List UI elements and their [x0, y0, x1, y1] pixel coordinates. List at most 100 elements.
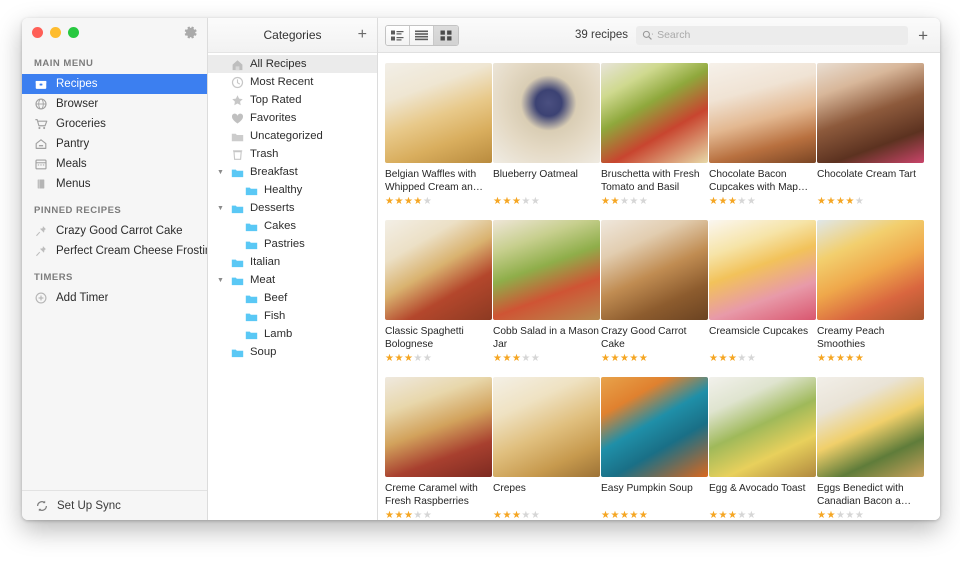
sidebar-item-browser[interactable]: Browser [22, 94, 207, 114]
recipe-rating[interactable]: ★★★★★ [709, 353, 816, 377]
star-icon [231, 94, 244, 107]
recipe-card[interactable]: Blueberry Oatmeal★★★★★ [493, 63, 600, 220]
recipe-rating[interactable]: ★★★★★ [817, 353, 924, 377]
category-item-label: Healthy [264, 184, 302, 196]
category-item-italian[interactable]: Italian [208, 253, 377, 271]
recipe-card[interactable]: Crazy Good Carrot Cake★★★★★ [601, 220, 708, 377]
recipe-card[interactable]: Bruschetta with Fresh Tomato and Basil★★… [601, 63, 708, 220]
category-item-lamb[interactable]: Lamb [208, 325, 377, 343]
recipe-thumbnail-cobb-salad-jar [493, 220, 600, 320]
add-category-button[interactable]: + [358, 27, 367, 43]
sidebar-item-pinned-crazy-good-carrot-cake[interactable]: Crazy Good Carrot Cake [22, 221, 207, 241]
recipe-rating[interactable]: ★★★★★ [385, 353, 492, 377]
sidebar-item-menus[interactable]: Menus [22, 174, 207, 194]
add-recipe-button[interactable]: + [916, 27, 930, 44]
sidebar-item-recipes[interactable]: Recipes [22, 74, 207, 94]
star-empty-icon: ★ [836, 510, 845, 520]
star-filled-icon: ★ [610, 196, 619, 207]
recipe-rating[interactable]: ★★★★★ [493, 510, 600, 520]
sidebar-item-groceries[interactable]: Groceries [22, 114, 207, 134]
recipe-card[interactable]: Creamy Peach Smoothies★★★★★ [817, 220, 924, 377]
disclosure-triangle-icon[interactable]: ▼ [216, 205, 225, 212]
category-item-trash[interactable]: Trash [208, 145, 377, 163]
set-up-sync-button[interactable]: Set Up Sync [22, 490, 207, 520]
recipe-card[interactable]: Chocolate Cream Tart★★★★★ [817, 63, 924, 220]
sidebar-item-pinned-perfect-cream-cheese-frosting[interactable]: Perfect Cream Cheese Frosting [22, 241, 207, 261]
category-item-soup[interactable]: Soup [208, 343, 377, 361]
recipe-card[interactable]: Belgian Waffles with Whipped Cream an…★★… [385, 63, 492, 220]
recipe-rating[interactable]: ★★★★★ [601, 510, 708, 520]
recipe-card[interactable]: Chocolate Bacon Cupcakes with Map…★★★★★ [709, 63, 816, 220]
view-mode-list-detail-button[interactable] [386, 26, 410, 45]
recipe-rating[interactable]: ★★★★★ [601, 196, 708, 220]
category-item-top-rated[interactable]: Top Rated [208, 91, 377, 109]
recipe-card[interactable]: Cobb Salad in a Mason Jar★★★★★ [493, 220, 600, 377]
category-item-most-recent[interactable]: Most Recent [208, 73, 377, 91]
recipe-thumbnail-peach-smoothies [817, 220, 924, 320]
star-empty-icon: ★ [747, 196, 756, 207]
recipe-card[interactable]: Eggs Benedict with Canadian Bacon a…★★★★… [817, 377, 924, 520]
recipe-card[interactable]: Classic Spaghetti Bolognese★★★★★ [385, 220, 492, 377]
close-button[interactable] [32, 27, 43, 38]
recipe-card[interactable]: Creme Caramel with Fresh Raspberries★★★★… [385, 377, 492, 520]
recipe-rating[interactable]: ★★★★★ [601, 353, 708, 377]
search-field[interactable]: Search [636, 26, 908, 45]
recipe-card[interactable]: Egg & Avocado Toast★★★★★ [709, 377, 816, 520]
recipe-rating[interactable]: ★★★★★ [817, 196, 924, 220]
traffic-lights[interactable] [32, 27, 79, 38]
recipe-card[interactable]: Easy Pumpkin Soup ★★★★★ [601, 377, 708, 520]
category-item-label: Uncategorized [250, 130, 323, 142]
view-mode-list-button[interactable] [410, 26, 434, 45]
recipe-rating[interactable]: ★★★★★ [493, 196, 600, 220]
recipe-title: Easy Pumpkin Soup [601, 483, 708, 508]
category-item-label: Favorites [250, 112, 296, 124]
list-detail-view-icon [391, 30, 404, 41]
category-item-beef[interactable]: Beef [208, 289, 377, 307]
star-filled-icon: ★ [620, 353, 629, 364]
category-item-uncategorized[interactable]: Uncategorized [208, 127, 377, 145]
category-item-healthy[interactable]: Healthy [208, 181, 377, 199]
star-empty-icon: ★ [521, 196, 530, 207]
gear-icon[interactable] [183, 25, 198, 40]
category-item-label: Trash [250, 148, 278, 160]
category-item-breakfast[interactable]: ▼Breakfast [208, 163, 377, 181]
category-item-fish[interactable]: Fish [208, 307, 377, 325]
sidebar-item-pantry[interactable]: Pantry [22, 134, 207, 154]
categories-title: Categories [263, 28, 321, 42]
folder-icon [231, 274, 244, 287]
star-filled-icon: ★ [502, 196, 511, 207]
book-icon [34, 177, 48, 191]
recipe-rating[interactable]: ★★★★★ [493, 353, 600, 377]
recipe-rating[interactable]: ★★★★★ [817, 510, 924, 520]
star-filled-icon: ★ [629, 510, 638, 520]
disclosure-triangle-icon[interactable]: ▼ [216, 169, 225, 176]
category-item-cakes[interactable]: Cakes [208, 217, 377, 235]
category-item-favorites[interactable]: Favorites [208, 109, 377, 127]
recipe-rating[interactable]: ★★★★★ [709, 196, 816, 220]
folder-icon [245, 292, 258, 305]
star-empty-icon: ★ [855, 196, 864, 207]
sidebar-item-add-timer[interactable]: Add Timer [22, 288, 207, 308]
zoom-button[interactable] [68, 27, 79, 38]
category-item-label: Top Rated [250, 94, 302, 106]
recipe-rating[interactable]: ★★★★★ [709, 510, 816, 520]
toolbar: 39 recipes Search + [378, 18, 940, 53]
view-mode-segmented-control[interactable] [385, 25, 459, 46]
category-item-desserts[interactable]: ▼Desserts [208, 199, 377, 217]
view-mode-grid-button[interactable] [434, 26, 458, 45]
recipe-rating[interactable]: ★★★★★ [385, 510, 492, 520]
recipes-scroll-area[interactable]: Belgian Waffles with Whipped Cream an…★★… [378, 53, 940, 520]
recipe-card[interactable]: Creamsicle Cupcakes★★★★★ [709, 220, 816, 377]
sidebar-section-title-pinned-recipes: PINNED RECIPES [22, 205, 207, 221]
recipe-thumbnail-crepes [493, 377, 600, 477]
sidebar-item-meals[interactable]: Meals [22, 154, 207, 174]
recipe-rating[interactable]: ★★★★★ [385, 196, 492, 220]
category-item-meat[interactable]: ▼Meat [208, 271, 377, 289]
recipe-thumbnail-avocado-toast [709, 377, 816, 477]
minimize-button[interactable] [50, 27, 61, 38]
recipe-card[interactable]: Crepes★★★★★ [493, 377, 600, 520]
categories-panel: Categories + All RecipesMost Recent Top R… [208, 18, 378, 520]
category-item-all-recipes[interactable]: All Recipes [208, 55, 377, 73]
disclosure-triangle-icon[interactable]: ▼ [216, 277, 225, 284]
category-item-pastries[interactable]: Pastries [208, 235, 377, 253]
